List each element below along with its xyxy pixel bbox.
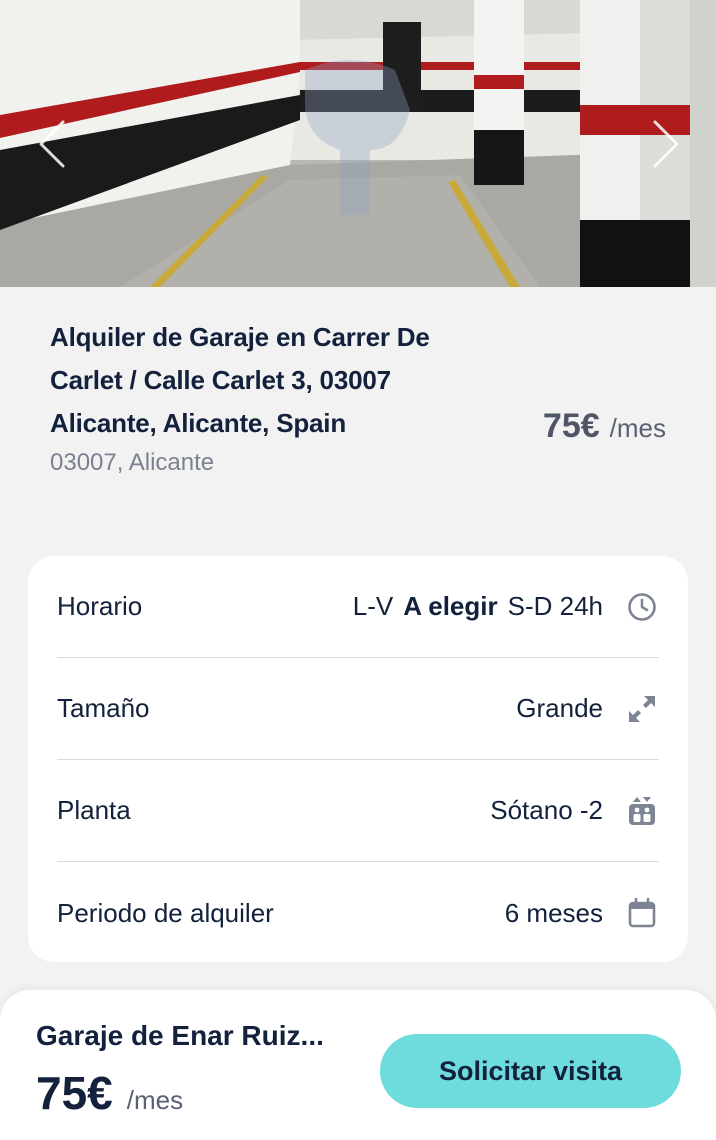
garage-photo-illustration [0,0,716,287]
period-label: Periodo de alquiler [57,897,274,928]
floor-value: Sótano -2 [490,794,659,828]
expand-icon [625,692,659,726]
detail-row-period: Periodo de alquiler 6 meses [57,862,659,964]
calendar-icon [625,896,659,930]
detail-row-size: Tamaño Grande [57,658,659,760]
listing-header: Alquiler de Garaje en Carrer De Carlet /… [50,316,666,526]
schedule-value: L-V A elegir S-D 24h [353,590,659,624]
detail-row-schedule: Horario L-V A elegir S-D 24h [57,556,659,658]
detail-row-floor: Planta Sótano -2 [57,760,659,862]
price-unit: /mes [609,413,666,443]
size-text: Grande [516,693,603,723]
carousel-prev-button[interactable] [32,112,72,176]
bottom-action-bar: Garaje de Enar Ruiz... 75€ /mes Solicita… [0,990,716,1140]
floor-label: Planta [57,795,131,825]
bottom-price-amount: 75€ [36,1067,113,1119]
request-visit-button[interactable]: Solicitar visita [380,1034,681,1108]
schedule-weekdays: L-V [352,591,394,621]
clock-icon [625,590,659,624]
schedule-choice: A elegir [403,591,498,621]
period-text: 6 meses [504,897,603,928]
size-label: Tamaño [57,693,150,723]
listing-location: 03007, Alicante [50,449,215,476]
details-card: Horario L-V A elegir S-D 24h Tamaño Gran… [28,556,688,962]
listing-title: Alquiler de Garaje en Carrer De Carlet /… [50,322,430,438]
listing-photo[interactable] [0,0,716,287]
schedule-weekend: S-D 24h [507,591,603,621]
period-value: 6 meses [505,896,659,930]
schedule-label: Horario [57,591,143,621]
elevator-icon [625,794,659,828]
chevron-left-icon [39,120,65,168]
price-amount: 75€ [542,407,600,445]
size-value: Grande [516,692,659,726]
carousel-next-button[interactable] [646,112,686,176]
floor-text: Sótano -2 [490,795,603,825]
bottom-price: 75€ /mes [36,1066,183,1120]
bottom-price-unit: /mes [126,1085,184,1115]
owner-name: Garaje de Enar Ruiz... [36,1020,324,1051]
listing-price: 75€ /mes [543,407,666,446]
chevron-right-icon [653,120,679,168]
